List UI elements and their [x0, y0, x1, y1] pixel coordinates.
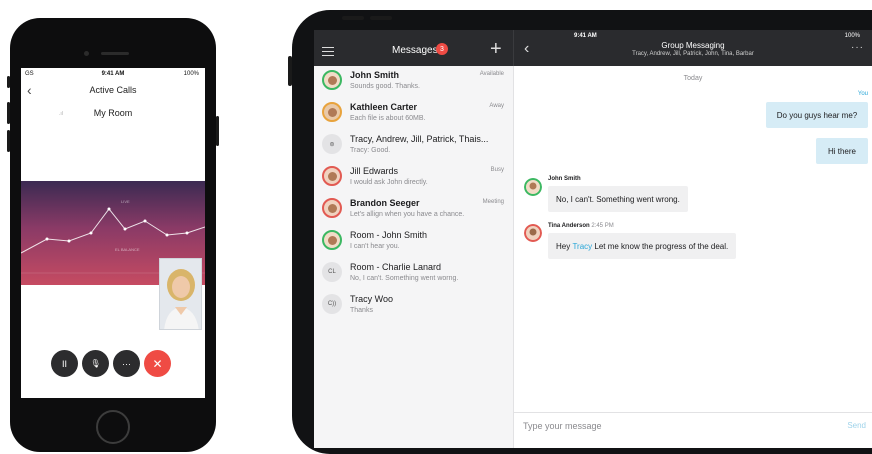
contact-name: Room - John Smith — [350, 230, 428, 240]
phone-volume-down — [7, 130, 10, 152]
date-divider: Today — [683, 75, 703, 82]
message-sender: John Smith — [548, 176, 581, 182]
pause-icon: II — [61, 358, 67, 369]
close-icon: ✕ — [152, 356, 163, 371]
incoming-message[interactable]: Hey Tracy Let me know the progress of th… — [548, 233, 737, 259]
phone-silent-switch — [7, 76, 10, 88]
list-item[interactable]: CL Room - Charlie Lanard No, I can't. So… — [314, 258, 514, 290]
contact-name: Kathleen Carter — [350, 102, 418, 112]
home-button[interactable] — [96, 410, 130, 444]
message-preview: I can't hear you. — [350, 243, 400, 250]
menu-icon[interactable] — [322, 47, 334, 56]
avatar — [524, 224, 542, 242]
tablet-device: Messages 3 + 9:41 AM 100% ‹ Group Messag… — [288, 10, 872, 454]
message-preview: Tracy: Good. — [350, 147, 391, 154]
send-button[interactable]: Send — [847, 421, 866, 430]
end-call-button[interactable]: ✕ — [144, 350, 171, 377]
battery-label: 100% — [183, 71, 199, 77]
list-item[interactable]: Room - John Smith I can't hear you. — [314, 226, 514, 258]
messages-header: Messages 3 + — [314, 30, 514, 66]
message-sender: Tina Anderson 2:45 PM — [548, 223, 614, 229]
plus-icon[interactable]: + — [490, 39, 502, 59]
incoming-message[interactable]: No, I can't. Something went wrong. — [548, 186, 688, 212]
call-controls: II 🎙 ··· ✕ — [51, 350, 201, 378]
contact-name: Jill Edwards — [350, 166, 399, 176]
mute-button[interactable]: 🎙 — [82, 350, 109, 377]
tablet-volume-button-2 — [370, 16, 392, 20]
chat-thread: Today You Do you guys hear me? Hi there … — [514, 66, 872, 412]
message-time: 2:45 PM — [591, 223, 614, 229]
phone-status-bar: GS 9:41 AM 100% — [21, 68, 205, 80]
list-item[interactable]: John Smith Sounds good. Thanks. Availabl… — [314, 66, 514, 98]
avatar — [322, 230, 342, 250]
message-preview: Let's allign when you have a chance. — [350, 211, 465, 218]
sender-label-you: You — [857, 91, 868, 97]
phone-power-button — [216, 116, 219, 146]
outgoing-message[interactable]: Hi there — [816, 138, 868, 164]
contact-name: Tracy, Andrew, Jill, Patrick, Thais... — [350, 134, 489, 144]
graph-label-mid: EL BALANCE — [115, 247, 140, 252]
phone-nav-bar: ‹ Active Calls — [21, 80, 205, 100]
microphone-icon: 🎙 — [90, 359, 101, 368]
battery-label: 100% — [844, 33, 860, 39]
list-item[interactable]: Jill Edwards I would ask John directly. … — [314, 162, 514, 194]
message-input[interactable] — [521, 417, 811, 435]
more-icon: ··· — [122, 358, 131, 369]
avatar — [524, 178, 542, 196]
avatar — [322, 70, 342, 90]
message-preview: Each file is about 60MB. — [350, 115, 426, 122]
contact-name: Room - Charlie Lanard — [350, 262, 442, 272]
graph-label-top: LIVE — [121, 199, 130, 204]
mention-link[interactable]: Tracy — [572, 242, 592, 251]
initials-avatar: CL — [322, 262, 342, 282]
presence-status: Busy — [490, 167, 504, 173]
message-preview: Thanks — [350, 307, 373, 314]
contact-name: Brandon Seeger — [350, 198, 420, 208]
avatar — [322, 198, 342, 218]
phone-device: GS 9:41 AM 100% ‹ Active Calls .ıl My Ro… — [7, 18, 219, 452]
chat-header: 9:41 AM 100% ‹ Group Messaging Tracy, An… — [514, 30, 872, 66]
presence-status: Available — [479, 71, 504, 77]
page-title: Active Calls — [89, 85, 137, 95]
phone-speaker — [101, 52, 129, 55]
avatar — [322, 102, 342, 122]
message-preview: I would ask John directly. — [350, 179, 428, 186]
list-item[interactable]: ⊜ Tracy, Andrew, Jill, Patrick, Thais...… — [314, 130, 514, 162]
message-composer: Send — [514, 412, 872, 448]
chat-participants: Tracy, Andrew, Jill, Patrick, John, Tina… — [632, 51, 754, 57]
contact-name: John Smith — [350, 70, 399, 80]
pause-button[interactable]: II — [51, 350, 78, 377]
status-time: 9:41 AM — [101, 71, 125, 77]
message-preview: Sounds good. Thanks. — [350, 83, 420, 90]
more-icon[interactable]: ··· — [851, 42, 864, 53]
list-item[interactable]: Kathleen Carter Each file is about 60MB.… — [314, 98, 514, 130]
outgoing-message[interactable]: Do you guys hear me? — [766, 102, 868, 128]
chat-title: Group Messaging — [661, 41, 725, 50]
speaker-icon: C)) — [322, 294, 342, 314]
presence-status: Meeting — [482, 199, 504, 205]
unread-badge: 3 — [436, 43, 448, 55]
tablet-volume-button — [342, 16, 364, 20]
avatar — [322, 166, 342, 186]
group-icon: ⊜ — [322, 134, 342, 154]
presence-status: Away — [489, 103, 504, 109]
status-time: 9:41 AM — [574, 33, 597, 39]
tablet-screen: Messages 3 + 9:41 AM 100% ‹ Group Messag… — [314, 30, 872, 448]
phone-volume-up — [7, 102, 10, 124]
tablet-side-button — [288, 56, 292, 86]
conversation-list: John Smith Sounds good. Thanks. Availabl… — [314, 66, 514, 448]
list-item[interactable]: C)) Tracy Woo Thanks — [314, 290, 514, 322]
list-item[interactable]: Brandon Seeger Let's allign when you hav… — [314, 194, 514, 226]
contact-name: Tracy Woo — [350, 294, 394, 304]
more-button[interactable]: ··· — [113, 350, 140, 377]
message-preview: No, I can't. Something went worng. — [350, 275, 459, 282]
self-view-video[interactable] — [159, 258, 202, 330]
messages-title: Messages — [392, 45, 438, 56]
participant-portrait — [160, 259, 201, 329]
room-name: My Room — [93, 108, 133, 118]
phone-camera — [84, 51, 89, 56]
phone-screen: GS 9:41 AM 100% ‹ Active Calls .ıl My Ro… — [21, 68, 205, 398]
